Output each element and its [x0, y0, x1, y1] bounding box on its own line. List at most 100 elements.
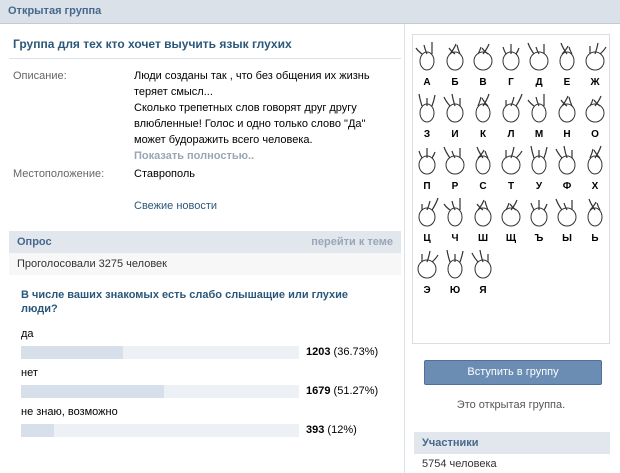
hand-sign-14	[585, 95, 605, 123]
location-label: Местоположение:	[13, 168, 105, 180]
hand-sign-5	[527, 42, 549, 71]
poll-bar-fill	[21, 385, 164, 398]
poll-voted-count: Проголосовали 3275 человек	[17, 258, 167, 270]
hand-sign-8	[418, 93, 436, 123]
alphabet-letter-label: К	[480, 129, 487, 140]
poll-option-votes: 393	[306, 424, 325, 436]
hand-sign-19	[530, 145, 548, 175]
alphabet-letter-label: Ц	[423, 233, 431, 244]
alphabet-letter-label: Щ	[506, 233, 517, 244]
alphabet-letter-label: Ч	[451, 233, 458, 244]
poll-option-bar	[21, 346, 299, 359]
alphabet-letter-label: З	[424, 129, 430, 140]
poll-header: Опрос перейти к теме	[9, 231, 401, 253]
hand-sign-21	[587, 145, 603, 175]
hand-sign-23	[443, 198, 463, 227]
hand-sign-10	[475, 93, 491, 123]
poll-option-result: 393 (12%)	[306, 424, 357, 436]
alphabet-letter-label: Ъ	[535, 233, 544, 244]
alphabet-letter-label: Ф	[563, 181, 572, 192]
hand-sign-28	[587, 198, 603, 227]
poll-option-bar	[21, 385, 299, 398]
alphabet-letter-label: Р	[452, 181, 459, 192]
hand-sign-3	[473, 43, 493, 71]
alphabet-letter-label: Я	[479, 285, 486, 296]
poll-question: В числе ваших знакомых есть слабо слышащ…	[21, 289, 349, 315]
alphabet-letter-label: Т	[508, 181, 514, 192]
hand-sign-20	[555, 145, 576, 175]
group-title: Группа для тех кто хочет выучить язык гл…	[13, 37, 292, 51]
hand-sign-25	[501, 199, 521, 227]
members-count: 5754 человека	[422, 458, 497, 470]
alphabet-letter-label: Л	[507, 129, 514, 140]
poll-option-percent: (51.27%)	[333, 385, 379, 397]
alphabet-letter-label: С	[479, 181, 486, 192]
poll-option-result: 1679 (51.27%)	[306, 385, 378, 397]
alphabet-letter-label: Ы	[562, 233, 572, 244]
hand-sign-1	[415, 42, 435, 71]
poll-option-percent: (36.73%)	[333, 346, 379, 358]
members-header-title: Участники	[422, 437, 479, 449]
hand-sign-4	[502, 44, 520, 71]
alphabet-letter-label: В	[479, 77, 486, 88]
alphabet-letter-label: Ь	[591, 233, 598, 244]
alphabet-letter-label: П	[423, 181, 430, 192]
hand-sign-22	[418, 197, 439, 227]
alphabet-letter-label: Д	[535, 77, 542, 88]
sign-alphabet-chart: А Б В Г Д Е Ж З И К Л М Н О П Р С Т У Ф Х Ц Ч Ш Щ Ъ Ы Ь Э Ю Я	[415, 42, 607, 296]
hand-sign-6	[559, 42, 575, 71]
poll-option-bar	[21, 424, 299, 437]
hand-sign-7	[585, 42, 607, 71]
show-full-link[interactable]: Показать полностью..	[134, 150, 254, 162]
hand-sign-9	[443, 93, 464, 123]
hand-sign-26	[530, 200, 548, 227]
poll-header-title: Опрос	[17, 236, 52, 248]
hand-sign-16	[443, 146, 465, 175]
hand-sign-18	[501, 146, 523, 175]
members-header[interactable]: Участники	[414, 432, 610, 454]
alphabet-letter-label: М	[535, 129, 543, 140]
location-value: Ставрополь	[134, 168, 196, 180]
hand-sign-2	[446, 43, 464, 71]
alphabet-letter-label: Ж	[589, 77, 600, 88]
main-column: Группа для тех кто хочет выучить язык гл…	[0, 24, 405, 473]
poll-option-result: 1203 (36.73%)	[306, 346, 378, 358]
hand-sign-17	[475, 146, 491, 175]
hand-sign-24	[474, 199, 492, 227]
poll-option-votes: 1679	[306, 385, 331, 397]
page-header-bar: Открытая группа	[0, 0, 620, 24]
description-label: Описание:	[13, 70, 67, 82]
poll-option-votes: 1203	[306, 346, 331, 358]
alphabet-letter-label: Ю	[450, 285, 460, 296]
hand-sign-27	[555, 198, 577, 227]
alphabet-letter-label: У	[536, 181, 543, 192]
alphabet-letter-label: Х	[592, 181, 599, 192]
hand-sign-12	[527, 94, 547, 123]
poll-option-label: да	[21, 328, 34, 340]
alphabet-letter-label: Э	[423, 285, 430, 296]
alphabet-letter-label: А	[423, 77, 430, 88]
hand-sign-15	[418, 148, 436, 175]
poll-bar-fill	[21, 424, 55, 437]
poll-option-label: нет	[21, 367, 38, 379]
alphabet-letter-label: Ш	[478, 233, 488, 244]
sign-alphabet-image: А Б В Г Д Е Ж З И К Л М Н О П Р С Т У Ф Х Ц Ч Ш Щ Ъ Ы Ь Э Ю Я	[412, 34, 610, 344]
poll-option-label: не знаю, возможно	[21, 406, 118, 418]
hand-sign-30	[446, 249, 464, 279]
news-link[interactable]: Свежие новости	[134, 200, 217, 212]
page-header-title: Открытая группа	[8, 5, 102, 17]
join-group-button[interactable]: Вступить в группу	[424, 360, 602, 385]
alphabet-letter-label: Б	[451, 77, 458, 88]
alphabet-letter-label: И	[451, 129, 458, 140]
hand-sign-11	[502, 93, 523, 123]
alphabet-letter-label: Е	[564, 77, 571, 88]
divider	[9, 58, 401, 59]
alphabet-letter-label: Н	[563, 129, 570, 140]
alphabet-letter-label: О	[591, 129, 599, 140]
poll-voted-bar: Проголосовали 3275 человек	[9, 253, 401, 275]
alphabet-letter-label: Г	[508, 77, 514, 88]
hand-sign-31	[471, 249, 492, 279]
goto-topic-link[interactable]: перейти к теме	[311, 236, 393, 248]
hand-sign-29	[417, 250, 439, 279]
poll-bar-fill	[21, 346, 124, 359]
